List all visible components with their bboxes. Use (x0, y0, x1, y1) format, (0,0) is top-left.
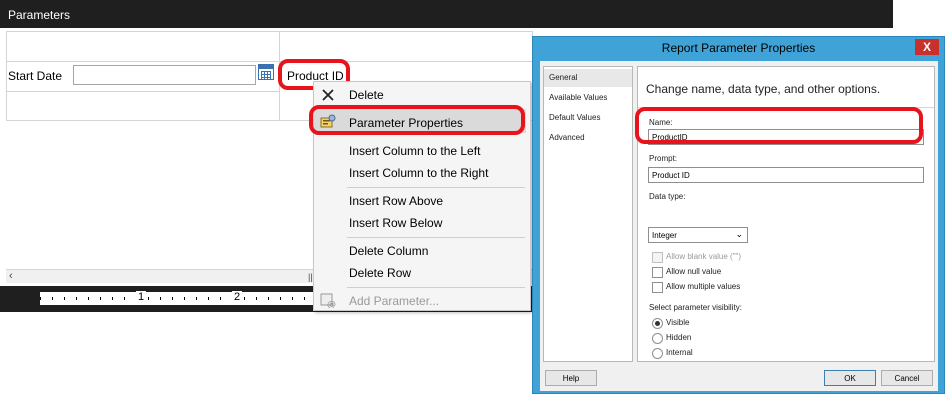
visibility-label: Select parameter visibility: (649, 303, 742, 312)
visibility-visible-radio[interactable] (652, 318, 663, 329)
ruler-mark: 2 (232, 291, 243, 303)
allow-multiple-label: Allow multiple values (666, 282, 741, 291)
visibility-internal-label: Internal (666, 348, 693, 357)
dialog-title: Report Parameter Properties (661, 41, 816, 55)
delete-x-icon (320, 87, 336, 103)
ok-button[interactable]: OK (824, 370, 876, 386)
allow-blank-checkbox (652, 252, 663, 263)
menu-item-delete-row[interactable]: Delete Row (349, 266, 411, 280)
svg-text:@: @ (327, 300, 336, 308)
allow-blank-label: Allow blank value ("") (666, 252, 742, 261)
start-date-input[interactable] (73, 65, 256, 85)
visibility-internal-radio[interactable] (652, 348, 663, 359)
dialog-nav: General Available Values Default Values … (543, 66, 633, 362)
allow-null-checkbox[interactable] (652, 267, 663, 278)
data-type-select[interactable]: Integer ⌄ (648, 227, 748, 243)
prompt-label: Prompt: (649, 154, 678, 163)
menu-item-insert-row-above[interactable]: Insert Row Above (349, 194, 443, 208)
close-icon[interactable]: X (915, 39, 939, 55)
allow-null-label: Allow null value (666, 267, 722, 276)
cancel-button[interactable]: Cancel (881, 370, 933, 386)
dialog-heading: Change name, data type, and other option… (646, 82, 881, 96)
visibility-visible-label: Visible (666, 318, 690, 327)
data-type-value: Integer (652, 231, 677, 240)
parameters-pane-title: Parameters (0, 0, 893, 28)
visibility-hidden-label: Hidden (666, 333, 692, 342)
menu-separator (347, 187, 525, 188)
menu-item-insert-column-right[interactable]: Insert Column to the Right (349, 166, 488, 180)
nav-item-general[interactable]: General (549, 73, 577, 82)
menu-item-insert-row-below[interactable]: Insert Row Below (349, 216, 442, 230)
allow-multiple-checkbox[interactable] (652, 282, 663, 293)
highlight-outline-name-field (635, 107, 923, 144)
add-parameter-icon: @ (320, 292, 336, 310)
highlight-outline-parameter-properties (309, 105, 525, 135)
scroll-left-arrow-icon[interactable]: ‹ (9, 270, 13, 282)
grid-cell[interactable] (7, 92, 280, 120)
calendar-icon[interactable] (258, 64, 274, 80)
grid-cell[interactable] (280, 32, 532, 62)
help-button[interactable]: Help (545, 370, 597, 386)
prompt-field[interactable]: Product ID (648, 167, 924, 183)
start-date-label: Start Date (8, 69, 63, 83)
menu-item-insert-column-left[interactable]: Insert Column to the Left (349, 144, 480, 158)
menu-item-delete-column[interactable]: Delete Column (349, 244, 428, 258)
menu-item-delete[interactable]: Delete (349, 88, 384, 102)
chevron-down-icon: ⌄ (735, 229, 743, 239)
nav-item-available-values[interactable]: Available Values (549, 93, 607, 102)
data-type-label: Data type: (649, 192, 686, 201)
nav-item-default-values[interactable]: Default Values (549, 113, 600, 122)
grid-cell[interactable] (7, 32, 280, 62)
visibility-hidden-radio[interactable] (652, 333, 663, 344)
radio-selected-dot (655, 321, 660, 326)
nav-item-advanced[interactable]: Advanced (549, 133, 585, 142)
menu-item-add-parameter: Add Parameter... (349, 294, 440, 308)
ruler-mark: 1 (136, 291, 147, 303)
menu-separator (347, 237, 525, 238)
report-parameter-properties-dialog: Report Parameter Properties X General Av… (532, 36, 945, 394)
menu-separator (347, 287, 525, 288)
